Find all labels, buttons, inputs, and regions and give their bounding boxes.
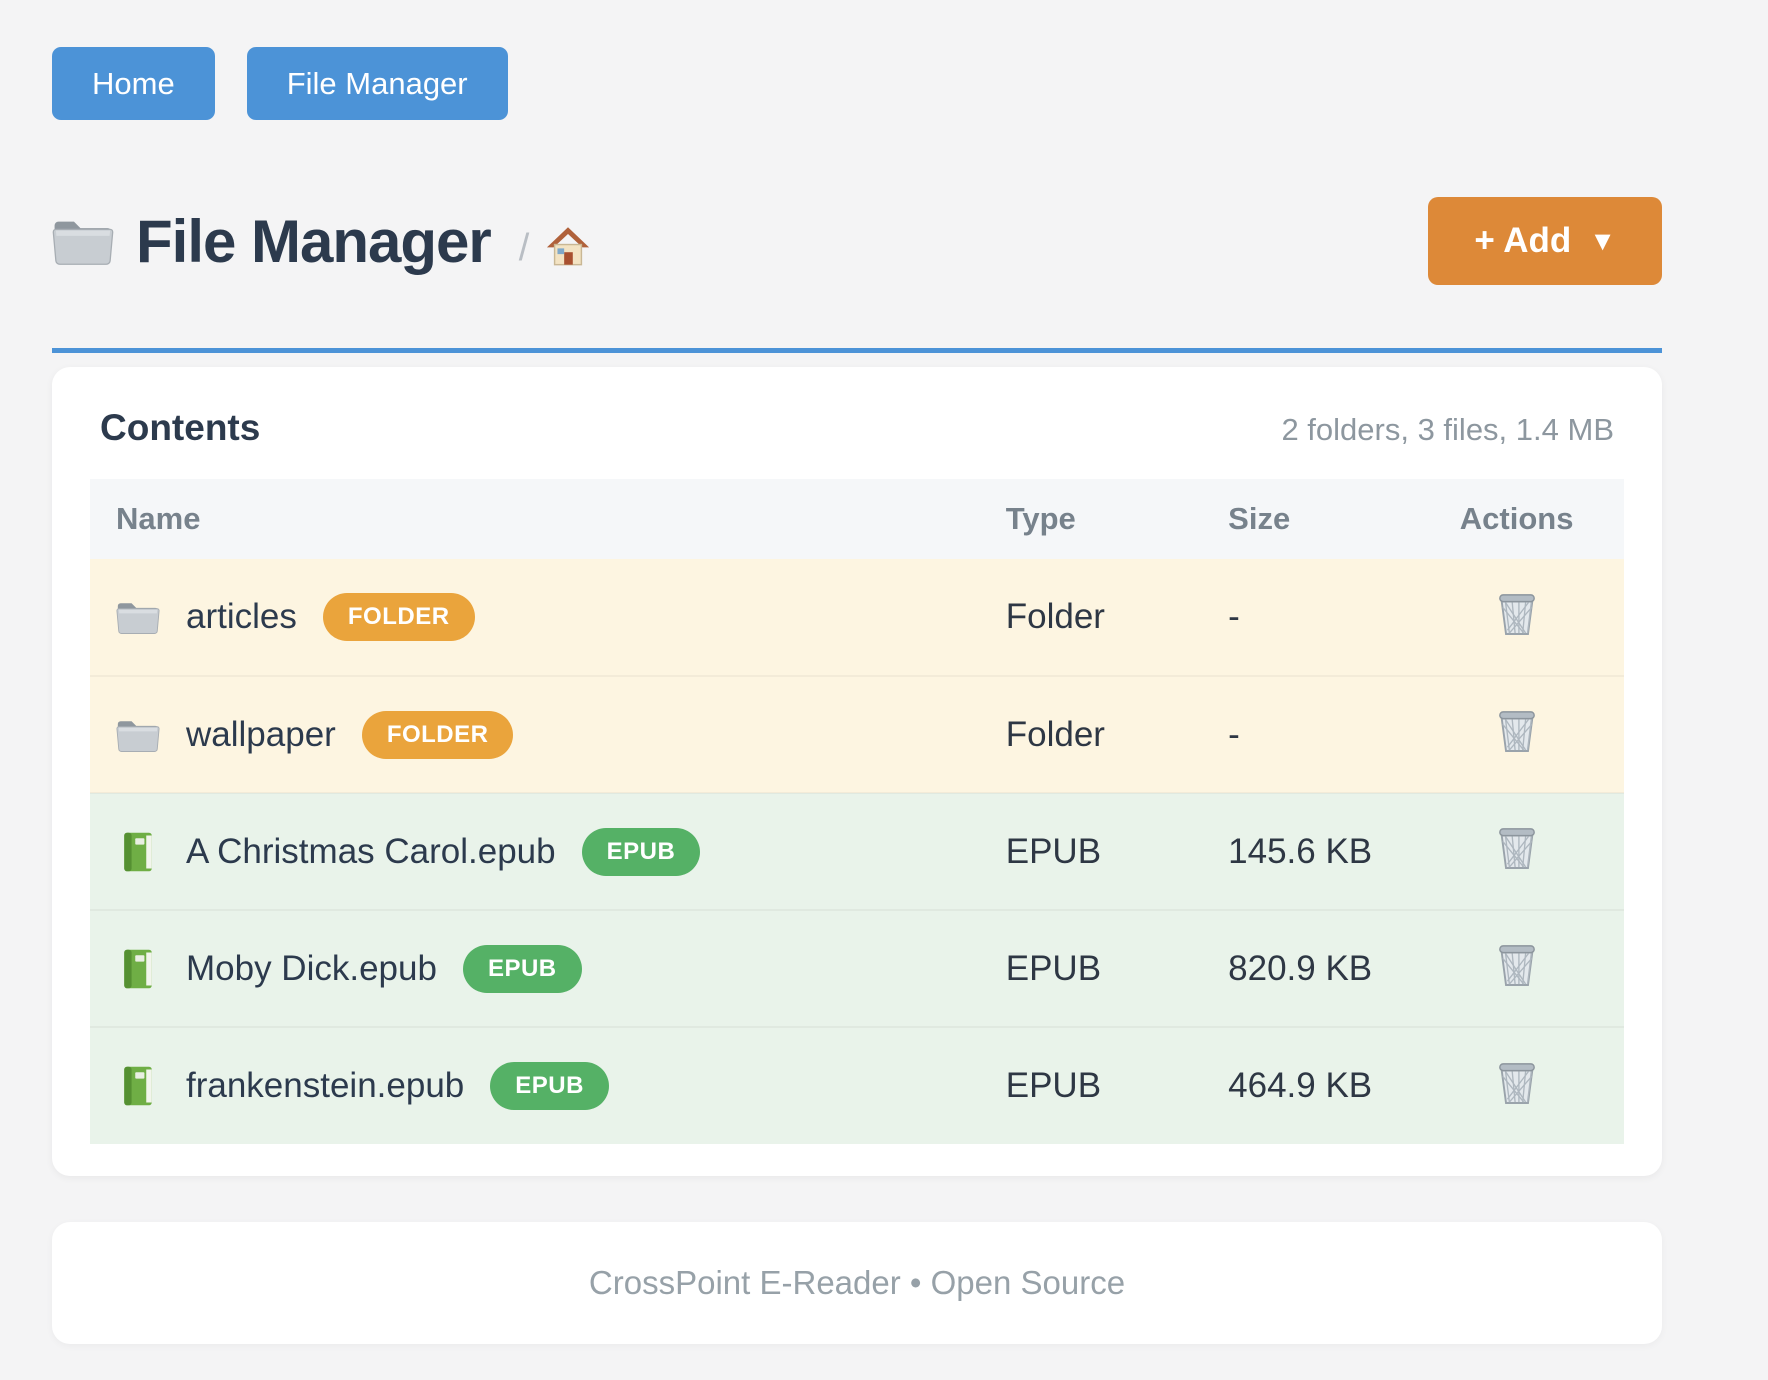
table-row[interactable]: A Christmas Carol.epub EPUB EPUB 145.6 K… — [90, 793, 1624, 910]
delete-button[interactable] — [1496, 707, 1538, 756]
type-badge: EPUB — [463, 945, 582, 993]
table-row[interactable]: wallpaper FOLDER Folder - — [90, 676, 1624, 793]
contents-card-header: Contents 2 folders, 3 files, 1.4 MB — [90, 407, 1624, 479]
title-group: File Manager / — [52, 207, 591, 276]
delete-button[interactable] — [1496, 941, 1538, 990]
size-cell: 820.9 KB — [1202, 910, 1409, 1027]
type-cell: EPUB — [980, 910, 1202, 1027]
delete-button[interactable] — [1496, 824, 1538, 873]
type-badge: FOLDER — [323, 593, 475, 641]
file-name: articles — [186, 597, 297, 637]
delete-button[interactable] — [1496, 1059, 1538, 1108]
contents-card: Contents 2 folders, 3 files, 1.4 MB Name… — [52, 367, 1662, 1176]
size-cell: - — [1202, 676, 1409, 793]
column-header-type: Type — [980, 479, 1202, 559]
contents-summary: 2 folders, 3 files, 1.4 MB — [1281, 412, 1614, 448]
table-row[interactable]: articles FOLDER Folder - — [90, 559, 1624, 676]
type-badge: FOLDER — [362, 711, 514, 759]
file-table-body: articles FOLDER Folder - — [90, 559, 1624, 1144]
type-badge: EPUB — [490, 1062, 609, 1110]
page-container: Home File Manager File Manager / — [52, 0, 1662, 1344]
folder-icon — [116, 595, 160, 639]
home-button[interactable]: Home — [52, 47, 215, 120]
footer-text: CrossPoint E-Reader • Open Source — [589, 1264, 1125, 1302]
delete-button[interactable] — [1496, 590, 1538, 639]
folder-icon — [116, 713, 160, 757]
file-manager-button[interactable]: File Manager — [247, 47, 508, 120]
contents-heading: Contents — [100, 407, 260, 449]
book-icon — [116, 830, 160, 874]
size-cell: 464.9 KB — [1202, 1027, 1409, 1144]
size-cell: 145.6 KB — [1202, 793, 1409, 910]
file-name: Moby Dick.epub — [186, 949, 437, 989]
column-header-size: Size — [1202, 479, 1409, 559]
size-cell: - — [1202, 559, 1409, 676]
column-header-name: Name — [90, 479, 980, 559]
trash-icon — [1496, 858, 1538, 873]
page-header: File Manager / + Add ▼ — [52, 190, 1662, 292]
footer: CrossPoint E-Reader • Open Source — [52, 1222, 1662, 1344]
table-row[interactable]: Moby Dick.epub EPUB EPUB 820.9 KB — [90, 910, 1624, 1027]
type-cell: Folder — [980, 676, 1202, 793]
header-divider — [52, 348, 1662, 353]
type-cell: EPUB — [980, 1027, 1202, 1144]
add-button-label: + Add — [1474, 221, 1571, 261]
trash-icon — [1496, 975, 1538, 990]
breadcrumb-separator: / — [519, 227, 530, 270]
file-name: wallpaper — [186, 715, 336, 755]
book-icon — [116, 1064, 160, 1108]
type-cell: EPUB — [980, 793, 1202, 910]
file-table: Name Type Size Actions — [90, 479, 1624, 1144]
top-nav: Home File Manager — [52, 0, 1662, 120]
add-button[interactable]: + Add ▼ — [1428, 197, 1662, 285]
file-name: frankenstein.epub — [186, 1066, 464, 1106]
table-header-row: Name Type Size Actions — [90, 479, 1624, 559]
trash-icon — [1496, 1093, 1538, 1108]
chevron-down-icon: ▼ — [1589, 226, 1616, 257]
house-icon — [545, 255, 591, 270]
type-cell: Folder — [980, 559, 1202, 676]
folder-icon — [52, 214, 114, 268]
file-name: A Christmas Carol.epub — [186, 832, 556, 872]
book-icon — [116, 947, 160, 991]
page-title: File Manager — [136, 207, 491, 276]
table-row[interactable]: frankenstein.epub EPUB EPUB 464.9 KB — [90, 1027, 1624, 1144]
type-badge: EPUB — [582, 828, 701, 876]
trash-icon — [1496, 624, 1538, 639]
breadcrumb-home-link[interactable] — [545, 224, 591, 270]
column-header-actions: Actions — [1409, 479, 1624, 559]
trash-icon — [1496, 741, 1538, 756]
